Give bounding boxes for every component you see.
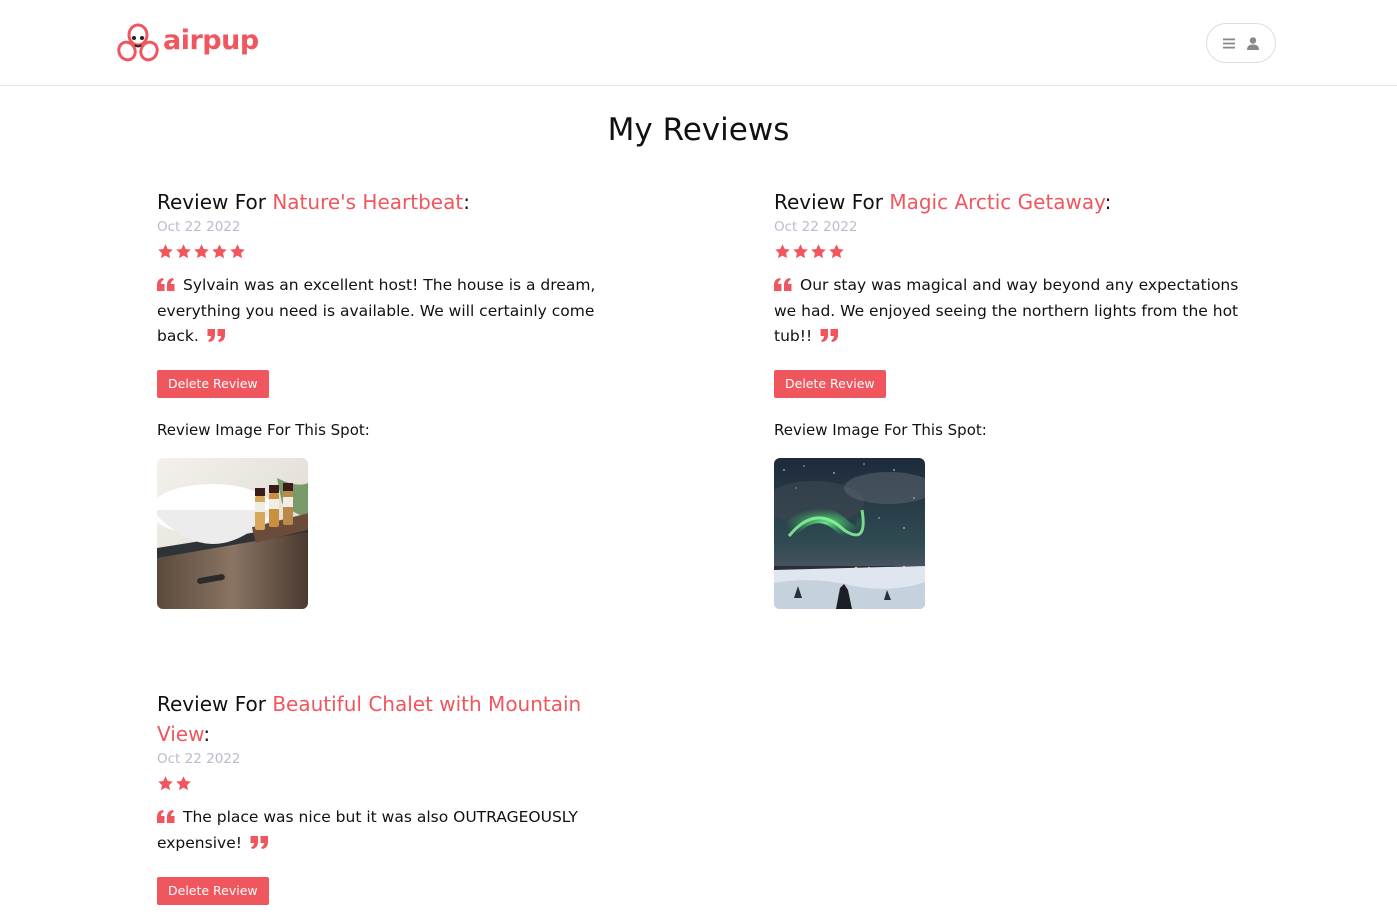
review-text: Our stay was magical and way beyond any … (774, 273, 1244, 350)
user-menu-button[interactable] (1206, 23, 1276, 63)
star-icon (792, 243, 809, 260)
review-heading: Review For Beautiful Chalet with Mountai… (157, 689, 627, 749)
star-icon (211, 243, 228, 260)
review-date: Oct 22 2022 (157, 219, 241, 235)
review-card: Review For Nature's Heartbeat: Oct 22 20… (157, 187, 627, 609)
star-icon (157, 775, 174, 792)
review-image-label: Review Image For This Spot: (157, 421, 370, 439)
star-rating (774, 243, 1244, 261)
review-image[interactable] (774, 458, 925, 609)
review-text: Sylvain was an excellent host! The house… (157, 273, 627, 350)
open-quote-icon (157, 274, 175, 299)
open-quote-icon (157, 806, 175, 831)
dog-logo-icon (117, 23, 159, 62)
star-icon (774, 243, 791, 260)
close-quote-icon (820, 325, 839, 350)
review-heading-prefix: Review For (157, 190, 273, 214)
review-card: Review For Beautiful Chalet with Mountai… (157, 689, 627, 905)
review-heading-colon: : (203, 722, 211, 746)
review-heading: Review For Nature's Heartbeat: (157, 187, 627, 217)
star-rating (157, 775, 627, 793)
spot-link[interactable]: Nature's Heartbeat (272, 190, 463, 214)
close-quote-icon (207, 325, 225, 350)
review-date: Oct 22 2022 (774, 219, 858, 235)
star-icon (229, 243, 246, 260)
airpup-logo[interactable]: airpup (117, 21, 259, 63)
delete-review-button[interactable]: Delete Review (157, 370, 269, 398)
star-icon (810, 243, 827, 260)
review-card: Review For Magic Arctic Getaway: Oct 22 … (774, 187, 1244, 609)
review-heading: Review For Magic Arctic Getaway: (774, 187, 1244, 217)
star-rating (157, 243, 627, 261)
star-icon (175, 243, 192, 260)
star-icon (175, 775, 192, 792)
star-icon (157, 243, 174, 260)
delete-review-button[interactable]: Delete Review (157, 877, 269, 905)
open-quote-icon (774, 274, 792, 299)
hamburger-icon (1223, 38, 1235, 49)
close-quote-icon (250, 832, 268, 857)
review-text: The place was nice but it was also OUTRA… (157, 805, 627, 857)
top-nav: airpup (0, 0, 1397, 86)
star-icon (828, 243, 845, 260)
review-heading-colon: : (1104, 190, 1112, 214)
review-heading-colon: : (463, 190, 470, 214)
star-icon (193, 243, 210, 260)
review-date: Oct 22 2022 (157, 751, 241, 767)
review-text-content: The place was nice but it was also OUTRA… (157, 808, 578, 852)
review-heading-prefix: Review For (157, 692, 273, 716)
review-image-label: Review Image For This Spot: (774, 421, 987, 439)
review-text-content: Our stay was magical and way beyond any … (774, 276, 1239, 345)
spot-link[interactable]: Magic Arctic Getaway (889, 190, 1104, 214)
user-icon (1247, 36, 1259, 50)
delete-review-button[interactable]: Delete Review (774, 370, 886, 398)
review-image[interactable] (157, 458, 308, 609)
brand-name: airpup (163, 25, 259, 56)
page-title: My Reviews (607, 112, 790, 148)
review-heading-prefix: Review For (774, 190, 890, 214)
